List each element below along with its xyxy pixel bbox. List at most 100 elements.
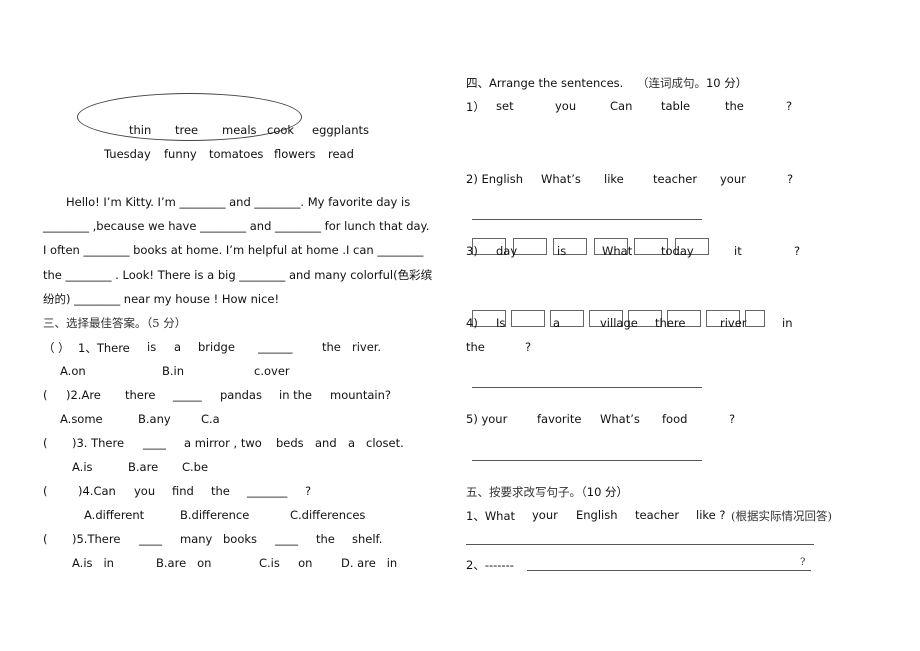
option-b[interactable]: B.difference <box>180 508 249 522</box>
question-word: there <box>125 388 156 402</box>
answer-line[interactable] <box>472 460 702 461</box>
scrambled-word: What’s <box>541 172 581 186</box>
option-b[interactable]: B.in <box>162 364 184 378</box>
word-box[interactable] <box>513 238 547 255</box>
question-word: your <box>532 508 558 522</box>
word-bank-item: thin <box>129 123 152 137</box>
scrambled-word: What <box>602 244 633 258</box>
scrambled-word: your <box>720 172 746 186</box>
question-word: and <box>315 436 337 450</box>
question-word: pandas <box>220 388 262 402</box>
question-word: books <box>223 532 258 546</box>
question-word: )5.There <box>72 532 121 546</box>
option-c[interactable]: C.is on <box>259 556 312 570</box>
option-c[interactable]: C.differences <box>290 508 365 522</box>
question-word: the <box>316 532 335 546</box>
option-b[interactable]: B.are on <box>156 556 211 570</box>
scrambled-word: ? <box>729 412 736 426</box>
word-bank-item: tomatoes <box>209 147 264 161</box>
word-bank-item: meals <box>222 123 257 137</box>
option-b[interactable]: B.are <box>128 460 158 474</box>
question-word: shelf. <box>352 532 383 546</box>
option-a[interactable]: A.different <box>84 508 144 522</box>
question-prefix: 2、------- <box>466 558 514 572</box>
section-3-title: 三、选择最佳答案。（5 分） <box>43 316 187 330</box>
question-word: a mirror , two <box>184 436 262 450</box>
question-word: river. <box>352 340 382 354</box>
answer-line[interactable] <box>527 570 811 571</box>
word-box[interactable] <box>511 310 545 327</box>
question-word: mountain? <box>330 388 391 402</box>
option-b[interactable]: B.any <box>138 412 171 426</box>
answer-paren[interactable]: （ ） <box>43 340 70 356</box>
question-word: )3. There <box>72 436 125 450</box>
question-word: like ? <box>696 508 726 522</box>
question-word: you <box>134 484 156 498</box>
word-bank-item: Tuesday <box>104 147 151 161</box>
scrambled-word: river <box>720 316 747 330</box>
passage-line: 纷的) ________ near my house ! How nice! <box>43 292 280 306</box>
word-bank-item: cook <box>267 123 295 137</box>
question-word: find <box>172 484 194 498</box>
passage-line: Hello! I’m Kitty. I’m ________ and _____… <box>66 195 411 209</box>
question-word: is <box>147 340 157 354</box>
scrambled-word: in <box>782 316 793 330</box>
scrambled-word: teacher <box>653 172 698 186</box>
question-word: teacher <box>635 508 680 522</box>
question-word: 1、What <box>466 509 516 523</box>
passage-line: the ________ . Look! There is a big ____… <box>43 268 433 282</box>
option-c[interactable]: c.over <box>254 364 290 378</box>
scrambled-word: the <box>466 340 485 354</box>
answer-blank: ____ <box>139 532 162 546</box>
question-word: the <box>211 484 230 498</box>
option-a[interactable]: A.some <box>60 412 103 426</box>
scrambled-word: Can <box>610 99 633 113</box>
scrambled-word: set <box>496 99 514 113</box>
question-word: many <box>180 532 213 546</box>
passage-line: ________ ,because we have ________ and _… <box>43 219 430 233</box>
answer-line[interactable] <box>466 544 814 545</box>
answer-line[interactable] <box>472 219 702 220</box>
item-number: 1） <box>466 100 485 114</box>
scrambled-word: village <box>600 316 638 330</box>
scrambled-word: ? <box>794 244 801 258</box>
scrambled-word: is <box>557 244 567 258</box>
answer-blank: ______ <box>258 340 293 354</box>
option-a[interactable]: A.on <box>60 364 86 378</box>
option-c[interactable]: C.a <box>201 412 220 426</box>
section-5-title: 五、按要求改写句子。（10 分） <box>466 484 628 500</box>
option-a[interactable]: A.is <box>72 460 93 474</box>
word-box[interactable] <box>745 310 765 327</box>
question-word: bridge <box>198 340 235 354</box>
scrambled-word: food <box>662 412 688 426</box>
item-number: 3) <box>466 244 478 258</box>
passage-line: I often ________ books at home. I’m help… <box>43 243 424 257</box>
question-mark: ? <box>800 557 806 568</box>
answer-paren[interactable]: ( <box>43 532 48 546</box>
answer-paren[interactable]: ( <box>43 436 48 450</box>
word-bank-item: tree <box>175 123 199 137</box>
option-c[interactable]: C.be <box>182 460 208 474</box>
answer-blank: ____ <box>275 532 298 546</box>
scrambled-word: there <box>655 316 686 330</box>
answer-blank: ____ <box>143 436 166 450</box>
section-4-score: 10 分） <box>705 76 748 90</box>
scrambled-word: the <box>725 99 744 113</box>
word-bank-item: read <box>328 147 354 161</box>
answer-blank: _____ <box>173 388 202 402</box>
question-word: in the <box>279 388 313 402</box>
section-4-title-cn: （连词成句。 <box>636 76 706 90</box>
question-word: )2.Are <box>66 388 101 402</box>
answer-note: (根据实际情况回答) <box>731 509 832 523</box>
option-a[interactable]: A.is in <box>72 556 114 570</box>
option-d[interactable]: D. are in <box>341 556 397 570</box>
answer-paren[interactable]: ( <box>43 484 48 498</box>
question-word: English <box>576 508 618 522</box>
question-word: )4.Can <box>78 484 116 498</box>
scrambled-word: Is <box>496 316 506 330</box>
answer-paren[interactable]: ( <box>43 388 48 402</box>
word-bank-item: eggplants <box>312 123 370 137</box>
answer-line[interactable] <box>472 387 702 388</box>
item-number: 4) <box>466 316 478 330</box>
answer-blank: _______ <box>247 484 288 498</box>
